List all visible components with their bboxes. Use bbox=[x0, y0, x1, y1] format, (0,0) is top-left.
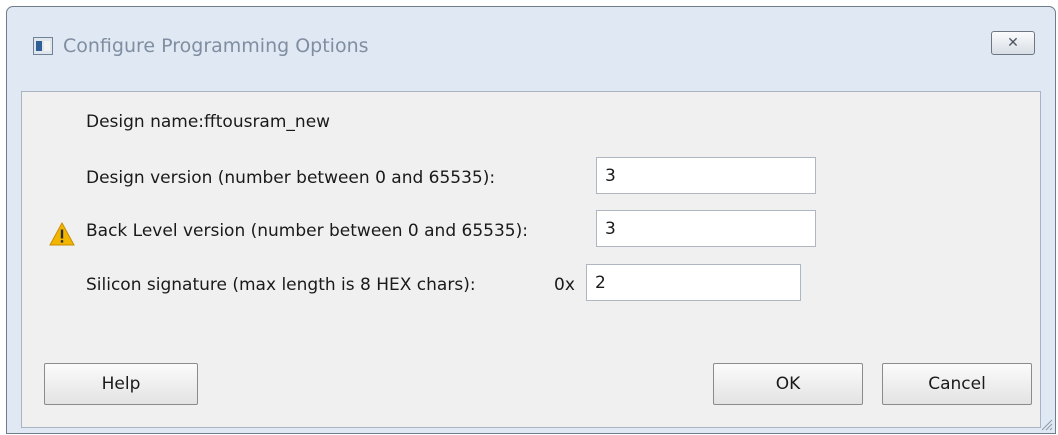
silicon-signature-label: Silicon signature (max length is 8 HEX c… bbox=[86, 275, 476, 295]
ok-button[interactable]: OK bbox=[713, 363, 863, 405]
design-version-label: Design version (number between 0 and 655… bbox=[86, 168, 496, 188]
silicon-signature-input[interactable] bbox=[586, 264, 801, 301]
close-icon: ✕ bbox=[1007, 35, 1019, 51]
cancel-button[interactable]: Cancel bbox=[882, 363, 1032, 405]
resize-grip-icon[interactable] bbox=[1039, 417, 1053, 431]
close-button[interactable]: ✕ bbox=[991, 31, 1035, 55]
design-name-label: Design name:fftousram_new bbox=[86, 112, 331, 132]
hex-prefix-label: 0x bbox=[554, 275, 575, 295]
help-button[interactable]: Help bbox=[44, 363, 198, 405]
dialog-window: Configure Programming Options ✕ Design n… bbox=[6, 6, 1056, 434]
window-title: Configure Programming Options bbox=[63, 35, 369, 57]
app-window-icon bbox=[33, 37, 53, 55]
warning-icon bbox=[49, 222, 75, 246]
title-bar[interactable]: Configure Programming Options ✕ bbox=[7, 7, 1055, 91]
dialog-content: Design name:fftousram_new Design version… bbox=[21, 91, 1041, 428]
design-version-input[interactable] bbox=[596, 157, 816, 194]
back-level-label: Back Level version (number between 0 and… bbox=[86, 221, 528, 241]
back-level-input[interactable] bbox=[596, 210, 816, 247]
